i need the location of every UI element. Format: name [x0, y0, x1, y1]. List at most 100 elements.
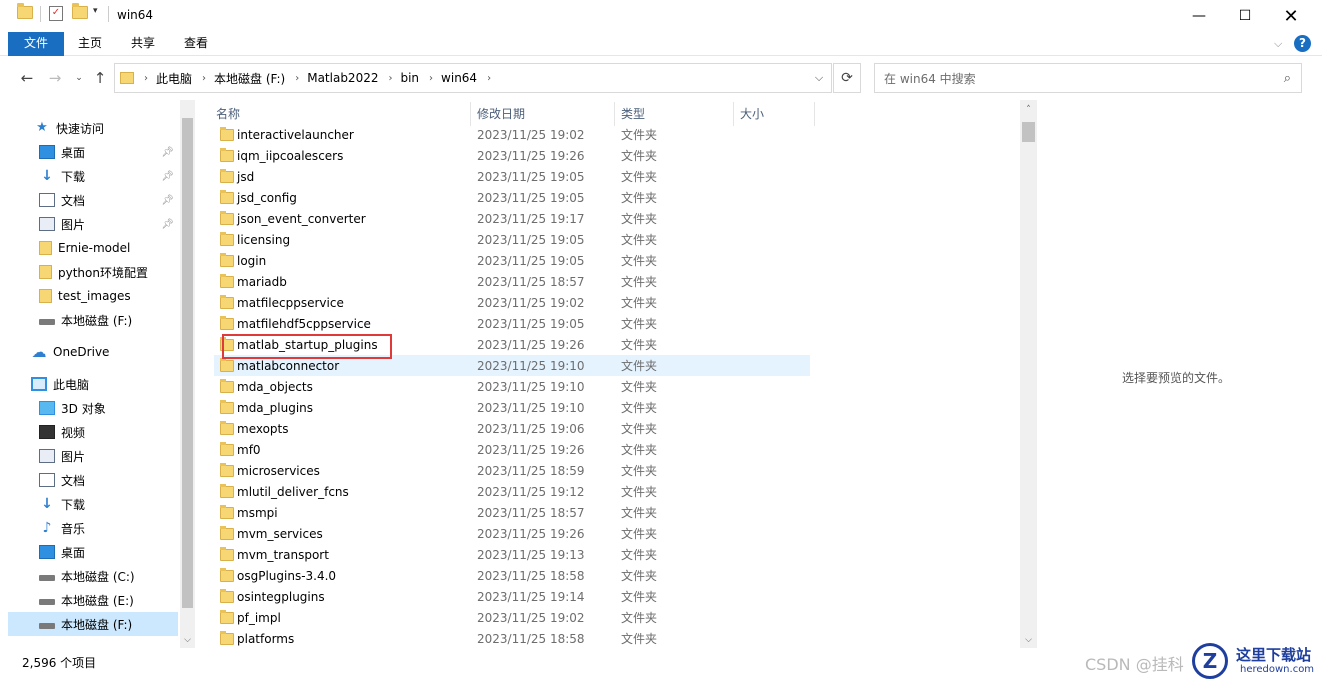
- nav-item-label: 图片: [61, 217, 86, 232]
- window-title: win64: [117, 8, 154, 22]
- breadcrumb-this-pc[interactable]: 此电脑: [156, 70, 192, 87]
- search-box[interactable]: 在 win64 中搜索 ⌕: [874, 63, 1302, 93]
- breadcrumb-drive-f[interactable]: 本地磁盘 (F:): [214, 70, 285, 87]
- file-row[interactable]: matfilehdf5cppservice 2023/11/25 19:05 文件夹: [214, 313, 810, 334]
- nav-item-onedrive[interactable]: ☁ OneDrive: [8, 340, 178, 364]
- up-arrow-icon[interactable]: ↑: [90, 68, 110, 88]
- file-row[interactable]: microservices 2023/11/25 18:59 文件夹: [214, 460, 810, 481]
- column-divider[interactable]: [470, 102, 471, 126]
- file-row[interactable]: iqm_iipcoalescers 2023/11/25 19:26 文件夹: [214, 145, 810, 166]
- nav-item-this-pc[interactable]: 此电脑: [8, 372, 178, 396]
- file-name: matfilecppservice: [237, 295, 344, 310]
- file-row[interactable]: mda_objects 2023/11/25 19:10 文件夹: [214, 376, 810, 397]
- breadcrumb-bin[interactable]: bin: [400, 71, 419, 85]
- quick-access-dropdown-icon[interactable]: ▾: [93, 6, 98, 16]
- file-row[interactable]: jsd 2023/11/25 19:05 文件夹: [214, 166, 810, 187]
- tab-share[interactable]: 共享: [119, 32, 167, 56]
- tab-view[interactable]: 查看: [172, 32, 220, 56]
- nav-item-desktop[interactable]: 桌面 📌︎: [8, 140, 178, 164]
- nav-pane-scrollbar[interactable]: ⌵: [180, 100, 195, 648]
- file-row[interactable]: jsd_config 2023/11/25 19:05 文件夹: [214, 187, 810, 208]
- folder-icon: [220, 462, 234, 477]
- file-type: 文件夹: [621, 527, 658, 541]
- nav-item-3d-objects[interactable]: 3D 对象: [8, 396, 178, 420]
- nav-item-music[interactable]: ♪ 音乐: [8, 516, 178, 540]
- nav-item-test-images[interactable]: test_images: [8, 284, 178, 308]
- breadcrumb-matlab2022[interactable]: Matlab2022: [307, 71, 378, 85]
- minimize-button[interactable]: —: [1176, 0, 1222, 32]
- nav-item-drive-f-quick[interactable]: 本地磁盘 (F:): [8, 308, 178, 332]
- file-row[interactable]: licensing 2023/11/25 19:05 文件夹: [214, 229, 810, 250]
- file-row[interactable]: interactivelauncher 2023/11/25 19:02 文件夹: [214, 124, 810, 145]
- file-name: matfilehdf5cppservice: [237, 316, 371, 331]
- back-arrow-icon[interactable]: ←: [17, 68, 37, 88]
- nav-item-drive-e[interactable]: 本地磁盘 (E:): [8, 588, 178, 612]
- pin-icon[interactable]: 📌︎: [161, 195, 174, 206]
- file-row[interactable]: mvm_transport 2023/11/25 19:13 文件夹: [214, 544, 810, 565]
- nav-item-documents[interactable]: 文档 📌︎: [8, 188, 178, 212]
- folder-icon: [220, 420, 234, 435]
- pin-icon[interactable]: 📌︎: [161, 219, 174, 230]
- column-divider[interactable]: [814, 102, 815, 126]
- file-row[interactable]: json_event_converter 2023/11/25 19:17 文件夹: [214, 208, 810, 229]
- maximize-button[interactable]: ☐: [1222, 0, 1268, 32]
- file-type: 文件夹: [621, 317, 658, 331]
- pin-icon[interactable]: 📌︎: [161, 147, 174, 158]
- nav-item-label: 此电脑: [53, 377, 90, 392]
- forward-arrow-icon[interactable]: →: [45, 68, 65, 88]
- properties-icon[interactable]: ✓: [49, 6, 63, 21]
- column-divider[interactable]: [614, 102, 615, 126]
- file-type: 文件夹: [621, 128, 658, 142]
- file-date: 2023/11/25 19:14: [477, 589, 585, 604]
- scroll-up-arrow-icon[interactable]: ˄: [1020, 102, 1037, 118]
- folder-icon: [39, 265, 52, 279]
- file-row[interactable]: pf_impl 2023/11/25 19:02 文件夹: [214, 607, 810, 628]
- tab-home[interactable]: 主页: [66, 32, 114, 56]
- file-list-scrollbar[interactable]: ˄ ⌵: [1020, 100, 1037, 648]
- nav-item-ernie-model[interactable]: Ernie-model: [8, 236, 178, 260]
- nav-item-drive-c[interactable]: 本地磁盘 (C:): [8, 564, 178, 588]
- address-bar[interactable]: › 此电脑 › 本地磁盘 (F:) › Matlab2022 › bin › w…: [114, 63, 832, 93]
- help-icon[interactable]: ?: [1294, 35, 1311, 52]
- nav-item-desktop-pc[interactable]: 桌面: [8, 540, 178, 564]
- nav-item-downloads-pc[interactable]: ↓ 下载: [8, 492, 178, 516]
- file-row[interactable]: msmpi 2023/11/25 18:57 文件夹: [214, 502, 810, 523]
- nav-item-pictures[interactable]: 图片 📌︎: [8, 212, 178, 236]
- scroll-down-arrow-icon[interactable]: ⌵: [1020, 632, 1037, 648]
- column-divider[interactable]: [733, 102, 734, 126]
- file-row[interactable]: mda_plugins 2023/11/25 19:10 文件夹: [214, 397, 810, 418]
- file-row[interactable]: login 2023/11/25 19:05 文件夹: [214, 250, 810, 271]
- nav-item-documents-pc[interactable]: 文档: [8, 468, 178, 492]
- file-row[interactable]: mf0 2023/11/25 19:26 文件夹: [214, 439, 810, 460]
- csdn-watermark: CSDN @挂科: [1085, 655, 1184, 674]
- file-row[interactable]: matfilecppservice 2023/11/25 19:02 文件夹: [214, 292, 810, 313]
- scroll-down-arrow-icon[interactable]: ⌵: [180, 632, 195, 648]
- breadcrumb-win64[interactable]: win64: [441, 71, 477, 85]
- expand-ribbon-icon[interactable]: ⌵: [1274, 37, 1282, 51]
- tab-file[interactable]: 文件: [8, 32, 64, 56]
- file-row[interactable]: mexopts 2023/11/25 19:06 文件夹: [214, 418, 810, 439]
- scrollbar-thumb[interactable]: [1022, 122, 1035, 142]
- file-row[interactable]: osgPlugins-3.4.0 2023/11/25 18:58 文件夹: [214, 565, 810, 586]
- recent-locations-chevron-icon[interactable]: ⌄: [69, 68, 89, 88]
- new-folder-icon[interactable]: [72, 3, 88, 19]
- search-icon[interactable]: ⌕: [1284, 71, 1291, 86]
- refresh-button[interactable]: ⟳: [833, 63, 861, 93]
- nav-item-videos[interactable]: 视频: [8, 420, 178, 444]
- file-row[interactable]: mvm_services 2023/11/25 19:26 文件夹: [214, 523, 810, 544]
- scrollbar-thumb[interactable]: [182, 118, 193, 608]
- nav-item-downloads[interactable]: ↓ 下载 📌︎: [8, 164, 178, 188]
- folder-icon: [220, 126, 234, 141]
- nav-item-python-env[interactable]: python环境配置: [8, 260, 178, 284]
- file-name: mf0: [237, 442, 261, 457]
- address-dropdown-icon[interactable]: ⌵: [806, 63, 832, 93]
- file-row[interactable]: mariadb 2023/11/25 18:57 文件夹: [214, 271, 810, 292]
- file-row[interactable]: osintegplugins 2023/11/25 19:14 文件夹: [214, 586, 810, 607]
- nav-item-drive-f[interactable]: 本地磁盘 (F:): [8, 612, 178, 636]
- file-row[interactable]: platforms 2023/11/25 18:58 文件夹: [214, 628, 810, 648]
- pin-icon[interactable]: 📌︎: [161, 171, 174, 182]
- file-row[interactable]: mlutil_deliver_fcns 2023/11/25 19:12 文件夹: [214, 481, 810, 502]
- close-button[interactable]: ✕: [1268, 0, 1314, 32]
- nav-item-pictures-pc[interactable]: 图片: [8, 444, 178, 468]
- nav-item-quick-access[interactable]: ★ 快速访问: [34, 116, 178, 140]
